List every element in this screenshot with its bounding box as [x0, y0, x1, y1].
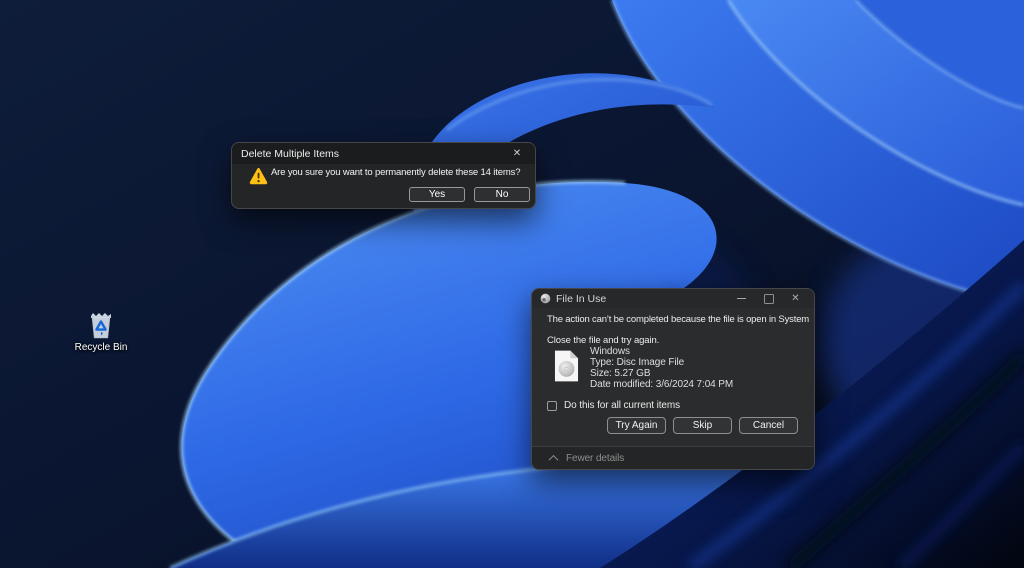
delete-multiple-items-dialog: Delete Multiple Items Are you sure you w…	[231, 142, 536, 209]
window-controls	[728, 289, 814, 308]
no-button[interactable]: No	[474, 187, 530, 202]
yes-button[interactable]: Yes	[409, 187, 465, 202]
try-again-button[interactable]: Try Again	[607, 417, 666, 434]
file-details: Windows Type: Disc Image File Size: 5.27…	[590, 346, 733, 390]
file-size: Size: 5.27 GB	[590, 368, 733, 379]
file-in-use-titlebar[interactable]: File In Use	[532, 289, 814, 308]
desktop: Recycle Bin Delete Multiple Items Are yo…	[0, 0, 1024, 568]
do-for-all-label[interactable]: Do this for all current items	[564, 400, 680, 411]
file-in-use-app-icon	[540, 293, 551, 304]
disc-image-file-icon	[554, 349, 579, 383]
wallpaper-image	[0, 0, 1024, 568]
file-type: Type: Disc Image File	[590, 357, 733, 368]
file-in-use-buttons: Try Again Skip Cancel	[607, 417, 798, 434]
recycle-bin-icon	[88, 310, 114, 340]
do-for-all-row: Do this for all current items	[547, 400, 680, 411]
fewer-details-toggle[interactable]: Fewer details	[532, 446, 814, 469]
file-in-use-message: The action can’t be completed because th…	[547, 314, 809, 325]
warning-triangle-icon	[249, 167, 268, 190]
delete-dialog-title: Delete Multiple Items	[241, 148, 339, 160]
file-in-use-dialog: File In Use The action can’t be complete…	[531, 288, 815, 470]
file-in-use-title: File In Use	[556, 293, 606, 305]
fewer-details-label: Fewer details	[566, 453, 624, 464]
minimize-icon[interactable]	[728, 289, 755, 308]
file-in-use-instruction: Close the file and try again.	[547, 335, 659, 346]
maximize-icon[interactable]	[755, 289, 782, 308]
cancel-button[interactable]: Cancel	[739, 417, 798, 434]
recycle-bin-label: Recycle Bin	[72, 342, 130, 353]
file-date-modified: Date modified: 3/6/2024 7:04 PM	[590, 379, 733, 390]
skip-button[interactable]: Skip	[673, 417, 732, 434]
do-for-all-checkbox[interactable]	[547, 401, 557, 411]
delete-dialog-titlebar[interactable]: Delete Multiple Items	[232, 143, 535, 164]
file-name: Windows	[590, 346, 733, 357]
delete-dialog-message: Are you sure you want to permanently del…	[271, 167, 520, 178]
close-icon[interactable]	[508, 143, 526, 164]
recycle-bin-shortcut[interactable]: Recycle Bin	[72, 310, 130, 353]
close-icon[interactable]	[782, 289, 809, 308]
chevron-up-icon	[549, 454, 559, 464]
